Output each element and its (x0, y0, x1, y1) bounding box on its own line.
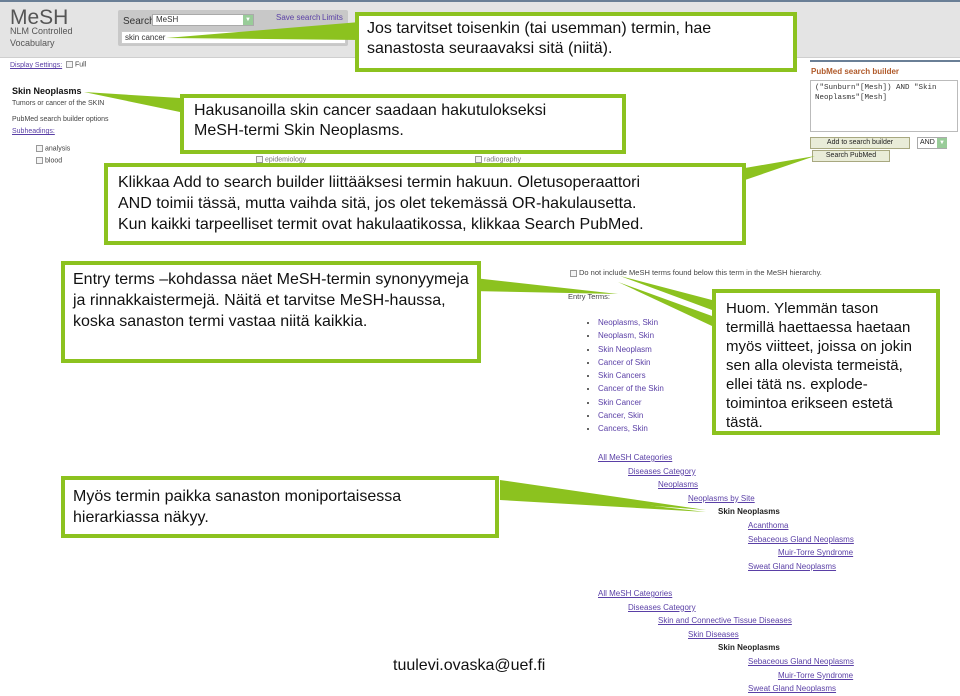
tree-link[interactable]: Sebaceous Gland Neoplasms (748, 535, 854, 544)
checkbox-icon (36, 145, 43, 152)
callout-text: AND toimii tässä, mutta vaihda sitä, jos… (118, 195, 637, 212)
tree-link[interactable]: All MeSH Categories (598, 453, 672, 462)
app-subtitle-line1: NLM Controlled (10, 26, 73, 36)
tree-link[interactable]: Muir-Torre Syndrome (778, 671, 853, 680)
callout-text: Kun kaikki tarpeelliset termit ovat haku… (118, 216, 644, 233)
search-builder-title: PubMed search builder (811, 67, 900, 76)
callout-search-result: Hakusanoilla skin cancer saadaan hakutul… (180, 94, 626, 154)
tree-link[interactable]: Skin and Connective Tissue Diseases (658, 616, 792, 625)
limits-link[interactable]: Limits (322, 13, 343, 22)
exclude-hierarchy-checkbox[interactable]: Do not include MeSH terms found below th… (570, 268, 822, 277)
entry-term: Skin Cancer (598, 398, 664, 411)
search-input[interactable]: skin cancer (121, 31, 346, 44)
tree-link[interactable]: Diseases Category (628, 603, 696, 612)
tree-link[interactable]: All MeSH Categories (598, 589, 672, 598)
add-to-search-builder-button[interactable]: Add to search builder (810, 137, 910, 149)
tree-link[interactable]: Sweat Gland Neoplasms (748, 684, 836, 693)
subheading-checkbox[interactable]: analysis (36, 145, 70, 152)
connector-c6b (500, 488, 706, 512)
entry-terms-list: Neoplasms, Skin Neoplasm, Skin Skin Neop… (588, 318, 664, 438)
display-settings-link[interactable]: Display Settings: (10, 62, 62, 69)
connector-c3 (745, 156, 815, 180)
checkbox-icon (475, 156, 482, 163)
checkbox-icon (36, 157, 43, 164)
tree-link[interactable]: Sweat Gland Neoplasms (748, 562, 836, 571)
entry-terms-heading: Entry Terms: (568, 292, 610, 301)
entry-term: Cancers, Skin (598, 424, 664, 437)
database-select[interactable]: MeSH (152, 14, 254, 26)
checkbox-icon (570, 269, 577, 277)
subheading-label: blood (45, 157, 63, 165)
builder-options-heading: PubMed search builder options (12, 116, 109, 123)
subheading-checkbox[interactable]: blood (36, 157, 62, 164)
checkbox-icon (256, 156, 263, 163)
callout-entry-terms: Entry terms –kohdassa näet MeSH-termin s… (61, 261, 481, 363)
tree-current-term: Skin Neoplasms (718, 643, 780, 653)
save-search-link[interactable]: Save search (276, 13, 320, 22)
callout-explode: Huom. Ylemmän tason termillä haettaessa … (712, 289, 940, 435)
tree-link[interactable]: Skin Diseases (688, 630, 739, 639)
search-label: Search (123, 16, 155, 27)
entry-term: Skin Cancers (598, 371, 664, 384)
tree-link[interactable]: Sebaceous Gland Neoplasms (748, 657, 854, 666)
tree-link[interactable]: Acanthoma (748, 521, 788, 530)
search-pubmed-button[interactable]: Search PubMed (812, 150, 890, 162)
builder-divider (810, 60, 960, 62)
search-builder-textarea[interactable]: ("Sunburn"[Mesh]) AND "Skin Neoplasms"[M… (810, 80, 958, 132)
chevron-down-icon[interactable]: ▼ (937, 138, 947, 148)
entry-term: Cancer, Skin (598, 411, 664, 424)
subheadings-link[interactable]: Subheadings: (12, 128, 55, 135)
connector-c5a (620, 276, 712, 310)
callout-add-to-builder: Klikkaa Add to search builder liittääkse… (104, 163, 746, 245)
term-title: Skin Neoplasms (12, 86, 82, 96)
tree-link[interactable]: Muir-Torre Syndrome (778, 548, 853, 557)
callout-hierarchy: Myös termin paikka sanaston moniportaise… (61, 476, 499, 538)
entry-term: Skin Neoplasm (598, 345, 664, 358)
callout-another-term: Jos tarvitset toisenkin (tai usemman) te… (355, 12, 797, 72)
entry-term: Cancer of Skin (598, 358, 664, 371)
exclude-label: Do not include MeSH terms found below th… (579, 268, 822, 277)
term-description: Tumors or cancer of the SKIN (12, 100, 105, 107)
callout-text: MeSH-termi Skin Neoplasms. (194, 122, 404, 139)
tree-link[interactable]: Neoplasms (658, 480, 698, 489)
entry-term: Neoplasms, Skin (598, 318, 664, 331)
author-email: tuulevi.ovaska@uef.fi (393, 657, 546, 674)
display-value: Full (75, 61, 87, 69)
entry-term: Cancer of the Skin (598, 384, 664, 397)
entry-term: Neoplasm, Skin (598, 331, 664, 344)
tree-current-term: Skin Neoplasms (718, 507, 780, 517)
chevron-down-icon (66, 61, 73, 68)
callout-text: Klikkaa Add to search builder liittääkse… (118, 174, 641, 191)
chevron-down-icon[interactable]: ▼ (243, 15, 253, 25)
app-subtitle-line2: Vocabulary (10, 38, 55, 48)
callout-text: Hakusanoilla skin cancer saadaan hakutul… (194, 102, 547, 119)
tree-link[interactable]: Diseases Category (628, 467, 696, 476)
subheading-label: analysis (45, 145, 71, 153)
display-settings-value[interactable]: Full (66, 61, 86, 68)
tree-link[interactable]: Neoplasms by Site (688, 494, 755, 503)
app-subtitle: NLM Controlled Vocabulary (10, 25, 73, 49)
